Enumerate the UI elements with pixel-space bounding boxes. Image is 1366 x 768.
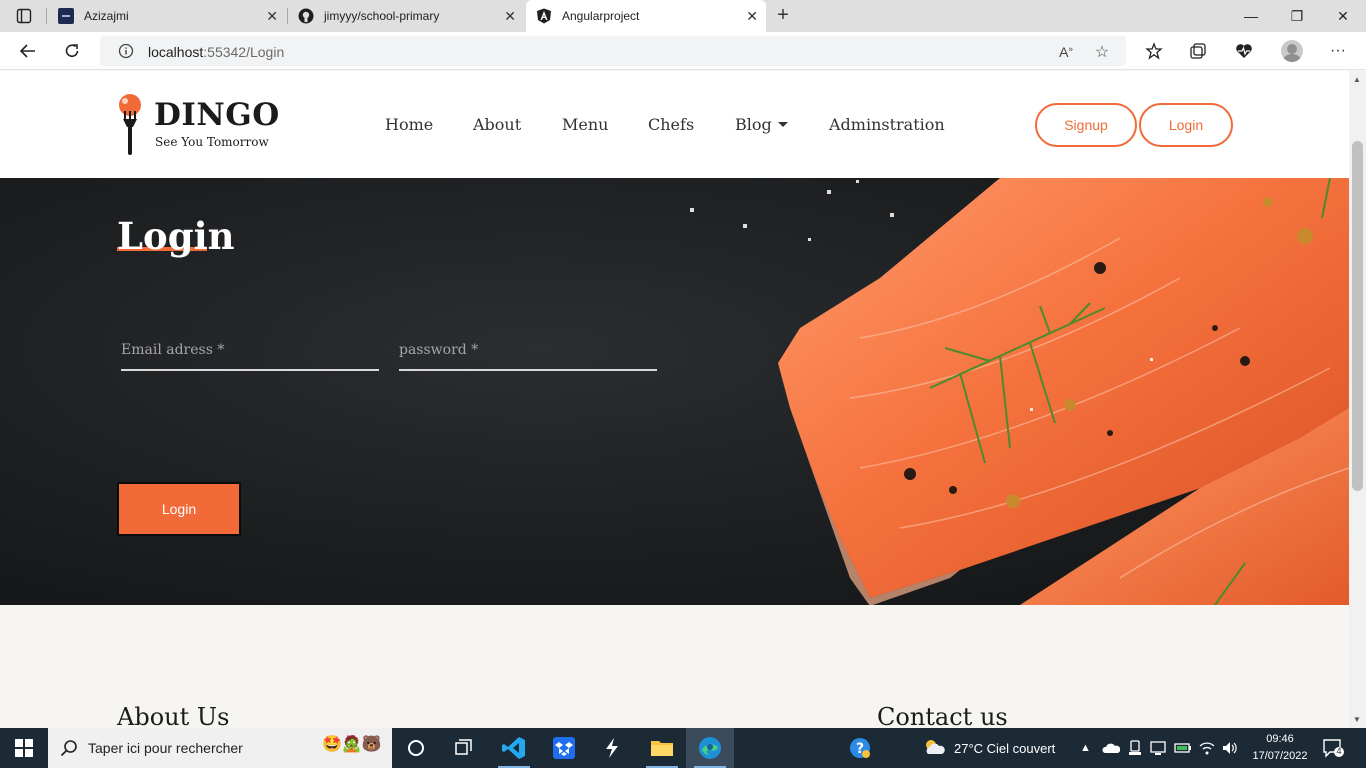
refresh-icon[interactable] [59,39,85,63]
close-icon[interactable]: ✕ [504,9,516,23]
login-submit-button[interactable]: Login [117,482,241,536]
browser-toolbar: localhost:55342/Login A» ☆ ··· [0,32,1366,70]
minimize-icon[interactable]: — [1228,0,1274,32]
edge-icon[interactable] [686,728,734,768]
wifi-icon[interactable] [1199,728,1215,768]
contact-heading: Contact us [877,703,1008,728]
unity-app-icon[interactable] [588,728,636,768]
more-options-icon[interactable]: ··· [1327,40,1349,62]
show-hidden-icons-icon[interactable]: ▲ [1080,728,1091,768]
clock-time: 09:46 [1266,733,1294,745]
scroll-down-icon[interactable]: ▼ [1353,715,1361,724]
page-scrollbar[interactable]: ▲ ▼ [1349,71,1366,728]
nav-menu[interactable]: Menu [562,115,608,137]
site-logo[interactable]: DINGO See You Tomorrow [116,93,286,157]
clock-date: 17/07/2022 [1252,750,1308,762]
email-field[interactable] [121,335,379,371]
tab-actions-icon[interactable] [10,6,38,26]
nav-chefs[interactable]: Chefs [648,115,694,137]
dropbox-icon[interactable] [540,728,588,768]
scroll-thumb[interactable] [1352,141,1363,491]
add-favorite-icon[interactable]: ☆ [1092,42,1112,62]
help-tips-icon[interactable]: ? [836,728,884,768]
tab-title: Angularproject [562,9,640,23]
password-field[interactable] [399,335,657,371]
nav-blog-label: Blog [735,115,772,134]
nav-about[interactable]: About [473,115,521,137]
site-info-icon[interactable] [118,43,134,64]
email-input[interactable] [121,335,379,365]
site-header: DINGO See You Tomorrow Home About Menu C… [0,71,1349,178]
tab-title: jimyyy/school-primary [324,9,440,23]
profile-avatar[interactable] [1281,40,1303,62]
restore-icon[interactable]: ❐ [1274,0,1320,32]
read-aloud-icon[interactable]: A» [1056,42,1076,62]
tab-separator [46,8,47,24]
logo-wordmark: DINGO [154,97,280,133]
close-icon[interactable]: ✕ [746,9,758,23]
about-heading: About Us [117,703,230,728]
vscode-icon[interactable] [490,728,538,768]
favorites-icon[interactable] [1143,40,1165,62]
search-highlight-art-icon: 🤩🧟🐻 [322,736,382,753]
notification-center-icon[interactable]: 4 [1322,738,1346,758]
window-close-icon[interactable]: ✕ [1320,0,1366,32]
cortana-icon[interactable] [392,728,440,768]
nav-home[interactable]: Home [385,115,433,137]
back-icon[interactable] [15,39,41,63]
password-input[interactable] [399,335,657,365]
url-text[interactable]: localhost:55342/Login [148,44,284,60]
caret-down-icon [777,122,788,127]
weather-text: 27°C Ciel couvert [954,740,1056,756]
nav-blog-dropdown[interactable]: Blog [735,115,788,137]
windows-taskbar: Taper ici pour rechercher 🤩🧟🐻 ? 27°C Cie… [0,728,1366,768]
volume-icon[interactable] [1222,728,1238,768]
display-icon[interactable] [1150,728,1166,768]
logo-tagline: See You Tomorrow [155,135,269,149]
github-icon [298,8,314,24]
search-placeholder: Taper ici pour rechercher [88,740,243,756]
tab-angularproject[interactable]: Angularproject ✕ [526,0,766,32]
system-clock[interactable]: 09:46 17/07/2022 [1246,731,1314,765]
notification-count: 4 [1336,746,1342,756]
nav-administration[interactable]: Adminstration [829,115,945,137]
cloudy-weather-icon [922,737,946,760]
page-title: Login [117,214,235,258]
page-viewport: DINGO See You Tomorrow Home About Menu C… [0,71,1349,728]
windows-start-icon[interactable] [0,728,48,768]
header-login-button[interactable]: Login [1139,103,1233,147]
tab-github[interactable]: jimyyy/school-primary ✕ [288,0,524,32]
collections-icon[interactable] [1187,40,1209,62]
search-icon [60,739,78,762]
angular-icon [536,8,552,24]
battery-icon[interactable] [1174,728,1192,768]
close-icon[interactable]: ✕ [266,9,278,23]
task-view-icon[interactable] [440,728,488,768]
signup-button[interactable]: Signup [1035,103,1137,147]
site-favicon-icon [58,8,74,24]
fork-logo-icon [119,94,141,155]
browser-essentials-icon[interactable] [1233,40,1255,62]
tab-title: Azizajmi [84,9,129,23]
login-hero: Login Login [0,178,1349,605]
weather-widget[interactable]: 27°C Ciel couvert [922,728,1055,768]
browser-tab-bar: Azizajmi ✕ jimyyy/school-primary ✕ Angul… [0,0,1366,32]
taskbar-search[interactable]: Taper ici pour rechercher 🤩🧟🐻 [48,728,392,768]
scroll-up-icon[interactable]: ▲ [1353,75,1361,84]
onedrive-icon[interactable] [1102,728,1120,768]
file-explorer-icon[interactable] [638,728,686,768]
device-icon[interactable] [1128,728,1142,768]
new-tab-icon[interactable]: + [772,5,794,27]
tab-azizajmi[interactable]: Azizajmi ✕ [48,0,286,32]
address-bar[interactable]: localhost:55342/Login A» ☆ [100,36,1126,66]
